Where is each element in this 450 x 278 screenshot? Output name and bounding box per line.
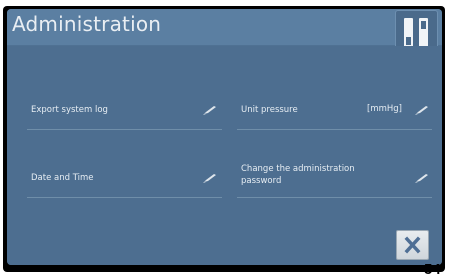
page-number: 54	[424, 261, 441, 278]
pencil-icon	[203, 174, 216, 183]
setting-date-and-time[interactable]: Date and Time	[27, 162, 222, 198]
setting-label: Change the administration password	[241, 164, 355, 186]
title-bar: Administration	[7, 9, 442, 45]
setting-export-system-log[interactable]: Export system log	[27, 90, 222, 130]
setting-value: [mmHg]	[367, 104, 402, 114]
settings-area: Export system log Unit pressure [mmHg] D…	[7, 46, 442, 265]
setting-label: Export system log	[31, 105, 108, 115]
close-icon	[404, 236, 421, 254]
pencil-icon	[415, 106, 428, 115]
pencil-icon	[415, 174, 428, 183]
setting-change-admin-password[interactable]: Change the administration password	[237, 162, 432, 198]
pencil-icon	[203, 106, 216, 115]
setting-label: Date and Time	[31, 173, 94, 183]
setting-unit-pressure[interactable]: Unit pressure [mmHg]	[237, 90, 432, 130]
setting-label: Unit pressure	[241, 105, 298, 115]
page-title: Administration	[12, 12, 162, 36]
administration-panel: Administration Export system log Unit pr…	[7, 9, 442, 265]
close-button[interactable]	[396, 230, 429, 260]
